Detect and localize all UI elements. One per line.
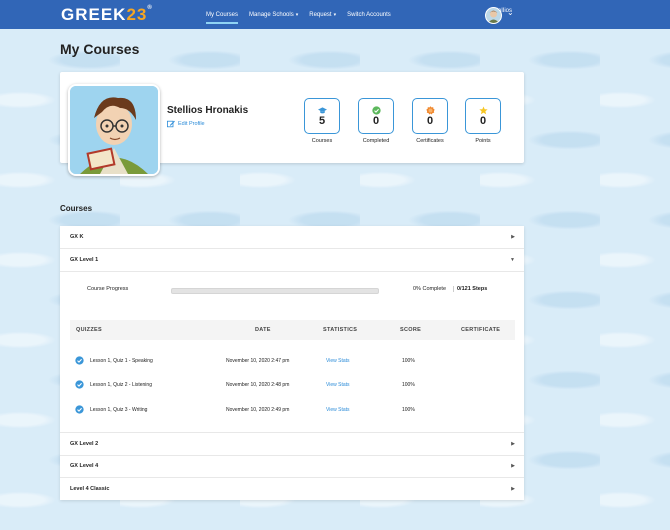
user-avatar[interactable] [485, 7, 502, 24]
course-row-gx-level-4[interactable]: GX Level 4 ▶ [60, 455, 524, 478]
stat-points-box: 0 [465, 98, 501, 134]
avatar-image-icon [488, 10, 499, 23]
stat-points-value: 0 [479, 114, 487, 127]
quiz-name[interactable]: Lesson 1, Quiz 3 - Writing [90, 407, 147, 413]
quiz-score: 100% [402, 407, 415, 413]
chevron-right-icon: ▶ [511, 463, 515, 469]
course-progress-label: Course Progress [87, 286, 129, 292]
chevron-down-icon: ▾ [295, 11, 299, 18]
stat-certificates-box: 0 [412, 98, 448, 134]
page-title: My Courses [60, 41, 140, 57]
view-stats-link[interactable]: View Stats [326, 407, 350, 413]
quiz-row: Lesson 1, Quiz 1 - Speaking November 10,… [70, 350, 515, 372]
logo-number: 23 [126, 5, 148, 24]
graduation-cap-icon [317, 106, 327, 113]
course-row-gx-level-2[interactable]: GX Level 2 ▶ [60, 432, 524, 456]
course-title: GX Level 1 [70, 257, 99, 263]
nav-manage-schools-label: Manage Schools [249, 11, 294, 18]
quiz-row: Lesson 1, Quiz 3 - Writing November 10, … [70, 399, 515, 421]
logo-registered: ® [147, 5, 153, 11]
edit-profile-label: Edit Profile [178, 121, 205, 127]
column-quizzes: QUIZZES [76, 327, 102, 333]
stat-completed-box: 0 [358, 98, 394, 134]
check-circle-icon [75, 380, 84, 389]
stat-points: 0 Points [464, 98, 502, 144]
nav-my-courses[interactable]: My Courses [206, 12, 239, 24]
quiz-score: 100% [402, 382, 415, 388]
course-row-level-4-classic[interactable]: Level 4 Classic ▶ [60, 478, 524, 500]
profile-card: Stellios Hronakis Edit Profile 5 Courses… [60, 72, 524, 176]
quiz-name[interactable]: Lesson 1, Quiz 2 - Listening [90, 382, 152, 388]
stat-courses-label: Courses [311, 138, 333, 144]
nav-request[interactable]: Request ▾ [309, 12, 336, 18]
stat-courses-box: 5 [304, 98, 340, 134]
main-nav: My Courses Manage Schools ▾ Request ▾ Swit… [206, 0, 402, 29]
top-navigation-bar: GREEK23® My Courses Manage Schools ▾ Requ… [0, 0, 670, 29]
course-title: GX Level 4 [70, 463, 99, 469]
column-date: DATE [255, 327, 271, 333]
chevron-down-icon: ▼ [510, 257, 515, 263]
stat-courses: 5 Courses [303, 98, 341, 144]
stat-completed-value: 0 [372, 114, 380, 127]
badge-icon [425, 105, 435, 114]
stat-certificates-label: Certificates [416, 138, 444, 144]
stat-completed-label: Completed [362, 138, 390, 144]
chevron-right-icon: ▶ [511, 234, 515, 240]
stat-points-label: Points [475, 138, 491, 144]
course-progress-bar [171, 288, 379, 294]
logo-text: GREEK [61, 5, 127, 24]
check-circle-icon [75, 405, 84, 414]
progress-percent: 0% Complete [413, 286, 447, 292]
progress-steps: 0/121 Steps [453, 286, 487, 292]
quiz-date: November 10, 2020 2:48 pm [226, 382, 290, 388]
column-score: SCORE [400, 327, 422, 333]
check-circle-icon [75, 356, 84, 365]
view-stats-link[interactable]: View Stats [326, 382, 350, 388]
nav-manage-schools[interactable]: Manage Schools ▾ [249, 12, 298, 18]
chevron-down-icon: ▾ [333, 11, 337, 18]
quiz-row: Lesson 1, Quiz 2 - Listening November 10… [70, 374, 515, 396]
course-title: GX K [70, 234, 84, 240]
courses-list: GX K ▶ GX Level 1 ▼ Course Progress 0% C… [60, 226, 524, 500]
profile-avatar [68, 84, 160, 176]
cartoon-student-icon [70, 86, 158, 174]
column-certificate: CERTIFICATE [461, 327, 501, 333]
chevron-right-icon: ▶ [511, 441, 515, 447]
user-menu-chevron-icon[interactable]: ⌄ [507, 8, 514, 17]
star-icon [478, 105, 488, 114]
course-title: GX Level 2 [70, 441, 99, 447]
stat-courses-value: 5 [318, 114, 326, 127]
edit-icon [167, 120, 175, 128]
logo[interactable]: GREEK23® [61, 5, 153, 25]
profile-name: Stellios Hronakis [167, 105, 249, 116]
course-row-gx-k[interactable]: GX K ▶ [60, 226, 524, 249]
quiz-date: November 10, 2020 2:49 pm [226, 407, 290, 413]
course-title: Level 4 Classic [70, 486, 110, 492]
check-circle-icon [371, 105, 381, 115]
course-row-gx-level-1[interactable]: GX Level 1 ▼ [60, 249, 524, 272]
view-stats-link[interactable]: View Stats [326, 358, 350, 364]
edit-profile-link[interactable]: Edit Profile [167, 120, 205, 128]
stat-completed: 0 Completed [357, 98, 395, 144]
quiz-name[interactable]: Lesson 1, Quiz 1 - Speaking [90, 358, 153, 364]
nav-request-label: Request [309, 11, 332, 18]
courses-heading: Courses [60, 204, 93, 213]
nav-switch-accounts[interactable]: Switch Accounts [347, 12, 391, 18]
stat-certificates-value: 0 [426, 114, 434, 127]
quiz-score: 100% [402, 358, 415, 364]
quiz-table-header: QUIZZES DATE STATISTICS SCORE CERTIFICAT… [70, 320, 515, 340]
chevron-right-icon: ▶ [511, 486, 515, 492]
stat-certificates: 0 Certificates [411, 98, 449, 144]
column-statistics: STATISTICS [323, 327, 358, 333]
quiz-date: November 10, 2020 2:47 pm [226, 358, 290, 364]
